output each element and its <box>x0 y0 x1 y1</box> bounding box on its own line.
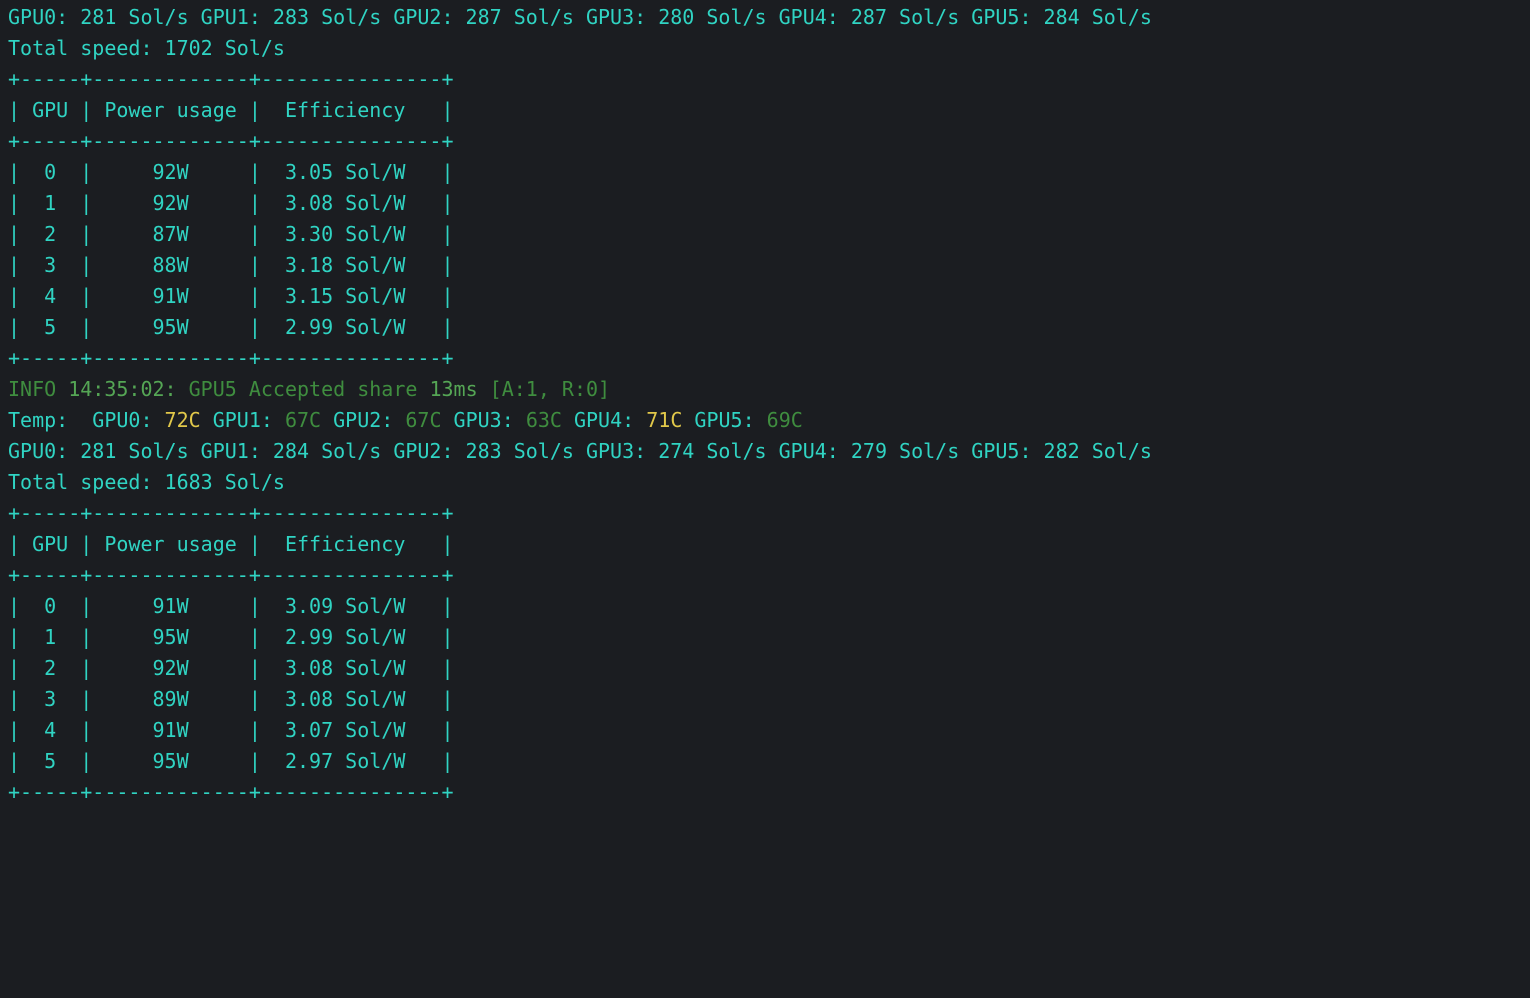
terminal-output: GPU0: 281 Sol/s GPU1: 283 Sol/s GPU2: 28… <box>0 0 1530 816</box>
